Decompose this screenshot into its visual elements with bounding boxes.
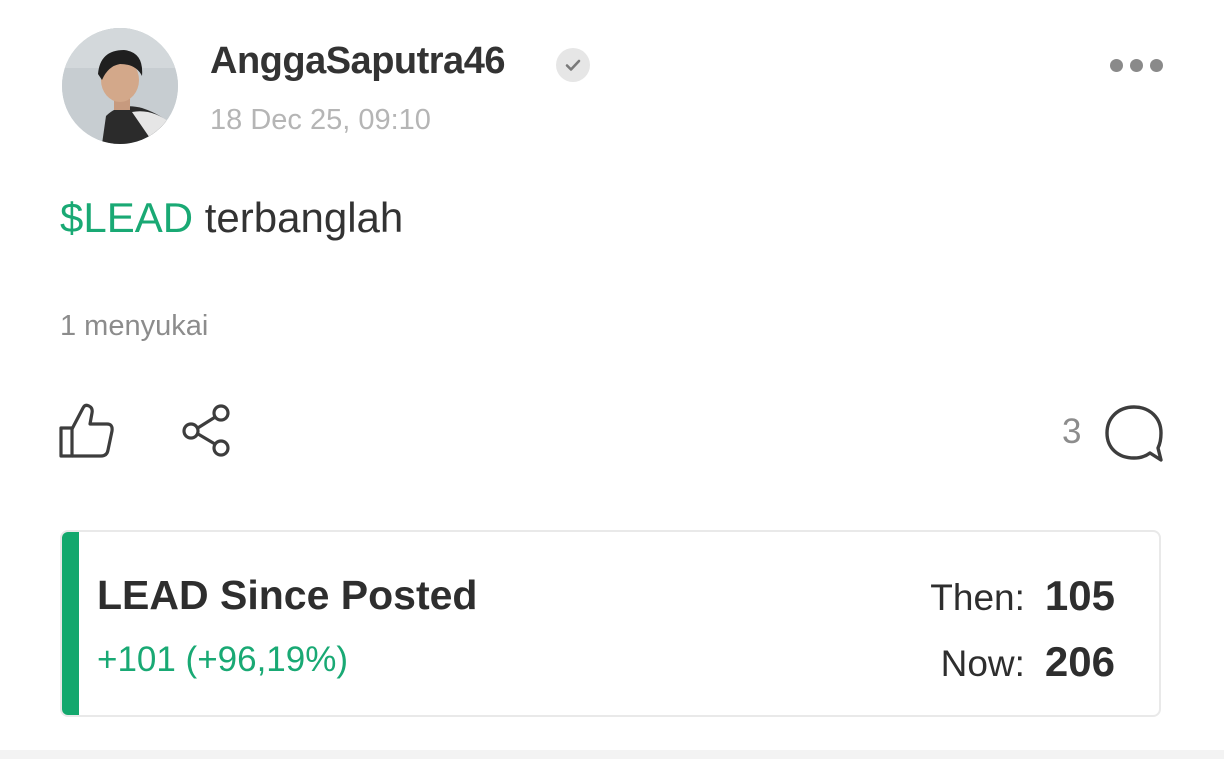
stock-performance-card[interactable]: LEAD Since Posted +101 (+96,19%) Then: 10… (60, 530, 1161, 717)
then-value: 105 (1044, 572, 1115, 619)
comment-button[interactable] (1102, 402, 1166, 466)
author-avatar[interactable] (62, 28, 178, 144)
then-label: Then: (930, 577, 1025, 618)
card-accent-bar (62, 532, 79, 715)
likes-count[interactable]: 1 menyukai (60, 310, 208, 343)
now-label: Now: (940, 643, 1025, 684)
cashtag-link[interactable]: $LEAD (60, 194, 193, 241)
stream-post: AnggaSaputra46 18 Dec 25, 09:10 $LEAD te… (0, 0, 1224, 750)
card-title: LEAD Since Posted (97, 572, 478, 618)
like-button[interactable] (58, 402, 116, 460)
thumbs-up-icon (59, 403, 114, 458)
post-body: $LEAD terbanglah (60, 194, 403, 242)
more-horizontal-icon (1110, 59, 1123, 72)
comment-bubble-icon (1105, 405, 1163, 462)
verified-badge (556, 48, 590, 82)
check-icon (565, 59, 581, 71)
then-price-row: Then: 105 (930, 572, 1115, 620)
author-username[interactable]: AnggaSaputra46 (210, 40, 505, 83)
now-price-row: Now: 206 (941, 638, 1115, 686)
post-divider (0, 750, 1224, 759)
share-button[interactable] (180, 402, 236, 460)
price-change: +101 (+96,19%) (97, 640, 349, 679)
more-horizontal-icon (1130, 59, 1143, 72)
share-icon (182, 404, 230, 457)
more-horizontal-icon (1150, 59, 1163, 72)
comment-count[interactable]: 3 (1062, 412, 1081, 452)
post-timestamp[interactable]: 18 Dec 25, 09:10 (210, 104, 431, 137)
post-body-text: terbanglah (193, 194, 404, 241)
now-value: 206 (1044, 638, 1115, 685)
more-options-button[interactable] (1104, 52, 1170, 80)
user-photo (62, 28, 178, 144)
